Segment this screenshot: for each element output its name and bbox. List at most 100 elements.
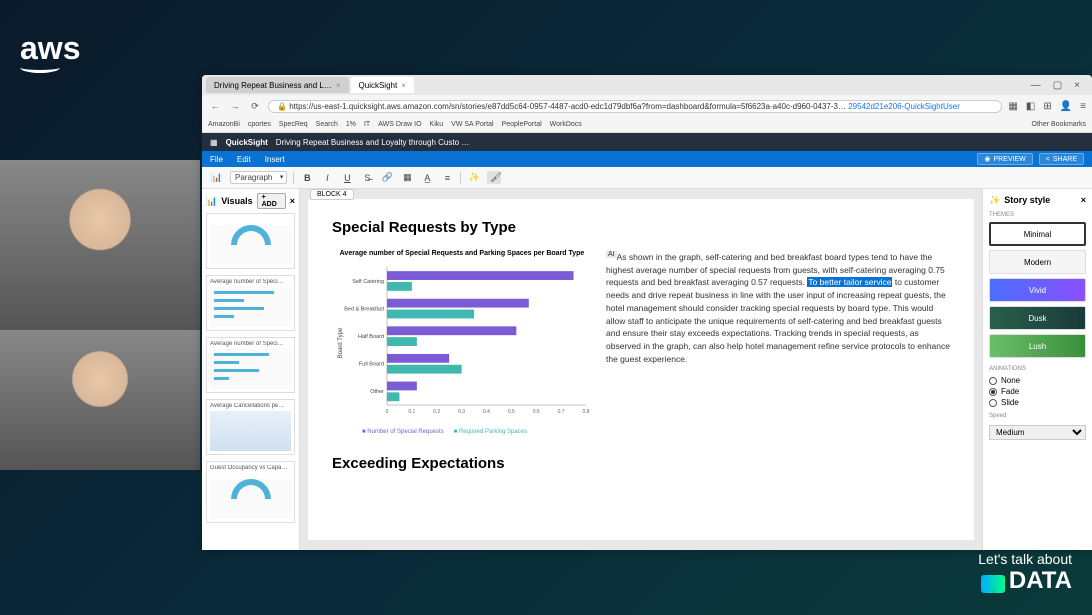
theme-modern[interactable]: Modern <box>989 250 1086 274</box>
bookmarks-bar: AmazonBi cportes SpecReq Search 1% IT AW… <box>202 117 1092 133</box>
chart-title: Average number of Special Requests and P… <box>332 250 592 257</box>
document-title: Driving Repeat Business and Loyalty thro… <box>276 138 469 147</box>
quicksight-brand: QuickSight <box>226 138 268 147</box>
svg-text:Full Board: Full Board <box>359 362 384 368</box>
tab-label: Driving Repeat Business and L… <box>214 81 332 90</box>
svg-text:Bed & Breakfast: Bed & Breakfast <box>344 306 384 312</box>
tab-2[interactable]: QuickSight× <box>351 77 414 93</box>
link-icon[interactable]: 🔗 <box>380 172 394 183</box>
tab-label: QuickSight <box>359 81 398 90</box>
quicksight-logo: ▦ <box>210 138 218 147</box>
brush-icon[interactable]: 🖌 <box>487 171 501 184</box>
bookmark[interactable]: Kiku <box>430 121 444 128</box>
bookmark[interactable]: VW SA Portal <box>451 121 493 128</box>
section-heading: Special Requests by Type <box>332 219 950 236</box>
close-icon[interactable]: × <box>290 196 295 206</box>
svg-text:0.4: 0.4 <box>483 409 490 415</box>
section-label: Speed <box>989 413 1086 419</box>
theme-vivid[interactable]: Vivid <box>989 278 1086 302</box>
bookmark[interactable]: SpecReq <box>279 121 308 128</box>
bookmark[interactable]: WorkDocs <box>550 121 582 128</box>
style-select[interactable]: Paragraph <box>230 171 287 184</box>
preview-button[interactable]: ◉ PREVIEW <box>977 153 1032 165</box>
legend-2: Required Parking Spaces <box>454 429 527 435</box>
url-text: https://us-east-1.quicksight.aws.amazon.… <box>289 102 846 111</box>
anim-none[interactable]: None <box>989 376 1086 385</box>
close-icon[interactable]: × <box>336 81 341 90</box>
chart-icon[interactable]: 📊 <box>210 172 224 183</box>
bookmark[interactable]: AWS Draw IO <box>378 121 421 128</box>
svg-text:Other: Other <box>370 389 384 395</box>
visual-thumb[interactable]: Average number of Speci… <box>206 337 295 393</box>
menu-icon[interactable]: ≡ <box>1080 101 1086 112</box>
extension-icon[interactable]: ◧ <box>1026 101 1035 112</box>
bookmark[interactable]: IT <box>364 121 370 128</box>
theme-minimal[interactable]: Minimal <box>989 222 1086 246</box>
back-icon[interactable]: ← <box>208 101 222 111</box>
visual-thumb[interactable]: Guest Occupancy vs Capa… <box>206 461 295 523</box>
address-bar-row: ← → ⟳ 🔒 https://us-east-1.quicksight.aws… <box>202 95 1092 117</box>
svg-text:0.7: 0.7 <box>558 409 565 415</box>
add-visual-button[interactable]: + ADD <box>257 193 286 209</box>
profile-icon[interactable]: 👤 <box>1060 101 1072 112</box>
anim-slide[interactable]: Slide <box>989 398 1086 407</box>
svg-text:0: 0 <box>386 409 389 415</box>
close-icon[interactable]: × <box>401 81 406 90</box>
menu-file[interactable]: File <box>210 155 223 164</box>
bookmark[interactable]: Search <box>316 121 338 128</box>
document-canvas[interactable]: BLOCK 4 Special Requests by Type Average… <box>300 189 982 550</box>
svg-text:0.3: 0.3 <box>458 409 465 415</box>
chart-visual[interactable]: Average number of Special Requests and P… <box>332 250 592 435</box>
aws-logo: aws <box>20 30 80 73</box>
visuals-label: Visuals <box>221 196 252 206</box>
chat-icon <box>981 575 1005 593</box>
legend-1: Number of Special Requests <box>362 429 444 435</box>
image-icon[interactable]: ▦ <box>400 172 414 183</box>
window-controls: — ▢ × <box>1031 80 1088 91</box>
section-label: THEMES <box>989 212 1086 218</box>
block-indicator: BLOCK 4 <box>310 189 354 200</box>
webcam-1 <box>0 160 200 330</box>
highlighted-text: To better tailor service <box>807 277 892 287</box>
color-icon[interactable]: A̲ <box>420 173 434 183</box>
close-icon[interactable]: × <box>1074 80 1080 91</box>
bookmark[interactable]: AmazonBi <box>208 121 240 128</box>
anim-fade[interactable]: Fade <box>989 387 1086 396</box>
theme-lush[interactable]: Lush <box>989 334 1086 358</box>
maximize-icon[interactable]: ▢ <box>1053 80 1062 91</box>
theme-dusk[interactable]: Dusk <box>989 306 1086 330</box>
bookmark[interactable]: 1% <box>346 121 356 128</box>
menu-insert[interactable]: Insert <box>265 155 285 164</box>
url-input[interactable]: 🔒 https://us-east-1.quicksight.aws.amazo… <box>268 100 1002 113</box>
svg-text:0.6: 0.6 <box>533 409 540 415</box>
visual-thumb[interactable] <box>206 213 295 269</box>
extension-icon[interactable]: ⊞ <box>1043 101 1051 112</box>
bold-icon[interactable]: B <box>300 173 314 183</box>
browser-window: Driving Repeat Business and L… × QuickSig… <box>202 75 1092 550</box>
sparkle-icon[interactable]: ✨ <box>467 172 481 183</box>
visual-thumb[interactable]: Average number of Speci… <box>206 275 295 331</box>
tab-1[interactable]: Driving Repeat Business and L… × <box>206 77 349 93</box>
underline-icon[interactable]: U <box>340 173 354 183</box>
extension-icon[interactable]: ▦ <box>1008 101 1017 112</box>
minimize-icon[interactable]: — <box>1031 80 1041 91</box>
share-button[interactable]: < SHARE <box>1039 153 1084 165</box>
speed-select[interactable]: Medium <box>989 425 1086 440</box>
reload-icon[interactable]: ⟳ <box>248 101 262 112</box>
svg-text:Self Catering: Self Catering <box>352 279 384 285</box>
other-bookmarks[interactable]: Other Bookmarks <box>1032 121 1086 128</box>
visual-thumb[interactable]: Average Cancellations pe… <box>206 399 295 455</box>
narrative-text[interactable]: AIAs shown in the graph, self-catering a… <box>606 250 950 435</box>
strike-icon[interactable]: S̶ <box>360 173 374 183</box>
story-style-panel: ✨Story style× THEMES Minimal Modern Vivi… <box>982 189 1092 550</box>
menu-edit[interactable]: Edit <box>237 155 251 164</box>
section-label: ANIMATIONS <box>989 366 1086 372</box>
list-icon[interactable]: ≡ <box>440 173 454 183</box>
bookmark[interactable]: PeoplePortal <box>502 121 542 128</box>
forward-icon[interactable]: → <box>228 101 242 111</box>
quicksight-menu: File Edit Insert ◉ PREVIEW < SHARE <box>202 151 1092 167</box>
italic-icon[interactable]: I <box>320 173 334 183</box>
bookmark[interactable]: cportes <box>248 121 271 128</box>
svg-text:0.1: 0.1 <box>408 409 415 415</box>
close-icon[interactable]: × <box>1081 195 1086 206</box>
